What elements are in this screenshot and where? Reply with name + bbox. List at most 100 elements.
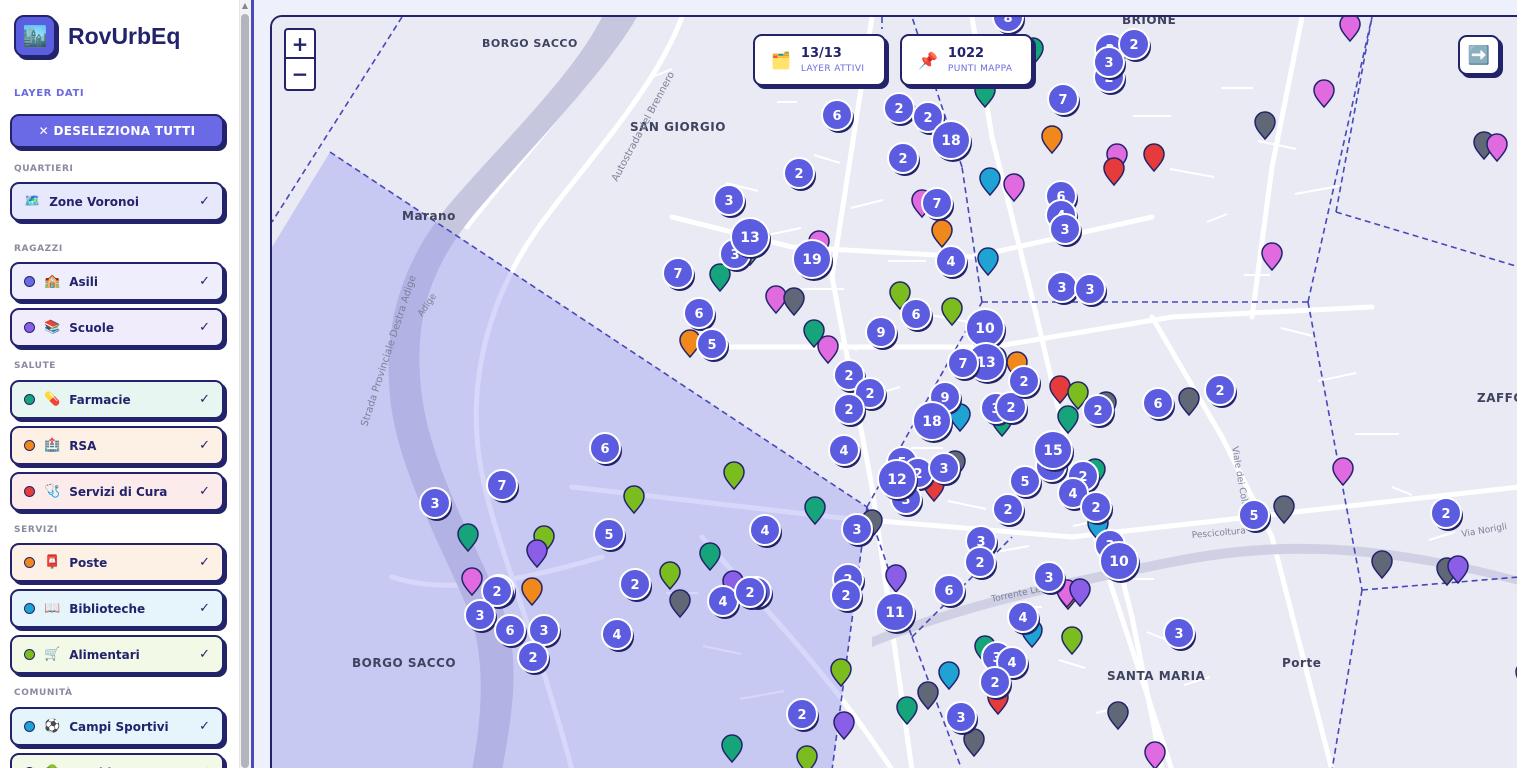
- check-icon: ✓: [199, 555, 210, 570]
- cluster-count: 2: [745, 586, 754, 601]
- brand: 🏙️ RovUrbEq: [14, 15, 180, 57]
- place-label: BRIONE: [1122, 17, 1176, 27]
- cluster-count: 15: [1043, 443, 1062, 459]
- cluster-count: 6: [505, 624, 514, 639]
- map-view[interactable]: SAN GIORGIO Marano BORGO SACCO SANTA MARIA P…: [270, 15, 1517, 768]
- zoom-in-button[interactable]: +: [286, 30, 314, 59]
- cluster-count: 5: [1249, 509, 1258, 524]
- cluster-count: 10: [975, 321, 995, 337]
- place-label: Porte: [1282, 656, 1321, 670]
- place-label: BORGO SACCO: [482, 37, 578, 50]
- folder-icon: 🗂️: [771, 50, 791, 70]
- cluster-count: 2: [865, 387, 874, 402]
- check-icon: ✓: [199, 194, 210, 209]
- layer-toggle[interactable]: 🏥 RSA ✓: [10, 426, 224, 465]
- panel-divider: [251, 0, 254, 768]
- cluster-count: 4: [1018, 611, 1027, 626]
- cluster-count: 2: [898, 152, 907, 167]
- cluster-count: 5: [604, 528, 613, 543]
- cluster-count: 5: [707, 338, 716, 353]
- cluster-count: 2: [1215, 384, 1224, 399]
- layer-color-dot: [24, 649, 35, 660]
- cluster-count: 3: [939, 462, 948, 477]
- cluster-count: 3: [1044, 571, 1053, 586]
- deselect-all-button[interactable]: ✕ DESELEZIONA TUTTI: [10, 114, 224, 148]
- layer-toggle[interactable]: 📚 Scuole ✓: [10, 308, 224, 347]
- cluster-count: 3: [1085, 283, 1094, 298]
- layer-toggle[interactable]: 📖 Biblioteche ✓: [10, 589, 224, 628]
- cluster-count: 5: [1020, 475, 1029, 490]
- place-label: Marano: [402, 209, 456, 223]
- cluster-count: 6: [1153, 397, 1162, 412]
- layer-color-dot: [24, 322, 35, 333]
- layer-toggle[interactable]: ⚽ Campi Sportivi ✓: [10, 707, 224, 746]
- cluster-count: 3: [475, 609, 484, 624]
- cluster-count: 18: [922, 414, 941, 430]
- cluster-count: 4: [612, 628, 621, 643]
- cluster-count: 2: [844, 403, 853, 418]
- stat-value: 1022: [947, 46, 985, 61]
- sidebar: 🏙️ RovUrbEq LAYER DATI ✕ DESELEZIONA TUT…: [0, 0, 239, 768]
- cluster-count: 4: [1007, 656, 1016, 671]
- layer-color-dot: [24, 394, 35, 405]
- layer-toggle[interactable]: 🏫 Asili ✓: [10, 262, 224, 301]
- layer-color-dot: [24, 721, 35, 732]
- stat-value: 13/13: [800, 46, 842, 61]
- check-icon: ✓: [199, 438, 210, 453]
- cluster-count: 4: [946, 255, 955, 270]
- cluster-count: 2: [492, 585, 501, 600]
- layer-icon: 🏫: [44, 274, 61, 289]
- cluster-count: 19: [802, 252, 821, 268]
- layer-color-dot: [24, 276, 35, 287]
- layer-toggle[interactable]: 🛒 Alimentari ✓: [10, 635, 224, 674]
- stat-map-points: 📌 1022 PUNTI MAPPA: [900, 34, 1033, 86]
- scroll-up-icon[interactable]: ▲: [240, 0, 250, 12]
- layer-toggle[interactable]: 📮 Poste ✓: [10, 543, 224, 582]
- cluster-count: 6: [832, 109, 841, 124]
- map-pin[interactable]: [796, 745, 818, 768]
- layer-toggle[interactable]: 🩺 Servizi di Cura ✓: [10, 472, 224, 511]
- map-canvas[interactable]: SAN GIORGIOMaranoBORGO SACCOSANTA MARIAP…: [272, 17, 1517, 768]
- arrow-right-icon[interactable]: ➡️: [1458, 35, 1500, 75]
- layer-label: Zone Voronoi: [49, 194, 139, 209]
- check-icon: ✓: [199, 601, 210, 616]
- layer-label: Farmacie: [69, 392, 131, 407]
- cluster-count: 3: [1060, 223, 1069, 238]
- place-label: BORGO SACCO: [352, 656, 456, 670]
- cluster-count: 2: [844, 369, 853, 384]
- cluster-count: 2: [528, 651, 537, 666]
- cluster-count: 6: [944, 584, 953, 599]
- place-label: ZAFFO: [1477, 391, 1517, 405]
- group-title: COMUNITÀ: [14, 688, 73, 698]
- layer-toggle[interactable]: 🗺️ Zone Voronoi ✓: [10, 182, 224, 221]
- cluster-count: 2: [841, 589, 850, 604]
- layer-label: Servizi di Cura: [69, 484, 168, 499]
- layer-icon: ⚽: [44, 719, 61, 734]
- cluster-count: 3: [539, 624, 548, 639]
- layer-icon: 📮: [44, 555, 61, 570]
- zoom-out-button[interactable]: −: [286, 59, 314, 88]
- layer-label: Biblioteche: [69, 601, 146, 616]
- cluster-count: 3: [1104, 56, 1113, 71]
- cluster-count: 4: [718, 595, 727, 610]
- layer-toggle[interactable]: 🌳Parchi✓: [10, 753, 224, 768]
- cluster-count: 13: [740, 230, 759, 246]
- layer-icon: 🏥: [44, 438, 61, 453]
- stat-active-layers: 🗂️ 13/13 LAYER ATTIVI: [753, 34, 886, 86]
- sidebar-scroll-thumb[interactable]: [241, 14, 249, 768]
- check-icon: ✓: [199, 274, 210, 289]
- layer-toggle[interactable]: 💊 Farmacie ✓: [10, 380, 224, 419]
- cluster-count: 2: [990, 676, 999, 691]
- cluster-count: 2: [1003, 503, 1012, 518]
- city-icon: 🏙️: [14, 15, 56, 57]
- zoom-control: + −: [284, 28, 316, 91]
- cluster-count: 2: [975, 556, 984, 571]
- layer-label: Campi Sportivi: [69, 719, 169, 734]
- layer-icon: 💊: [44, 392, 61, 407]
- cluster-count: 2: [797, 708, 806, 723]
- layer-icon: 📖: [44, 601, 61, 616]
- cluster-count: 7: [1058, 93, 1067, 108]
- cluster-count: 7: [497, 479, 506, 494]
- layer-color-dot: [24, 557, 35, 568]
- layer-icon: 🩺: [44, 484, 61, 499]
